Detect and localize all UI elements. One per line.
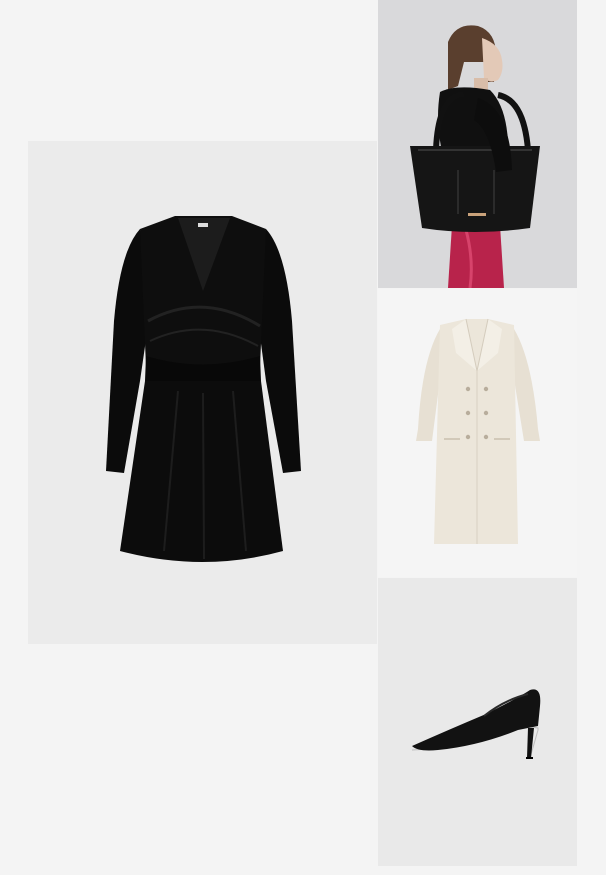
product-tile-bag[interactable] (378, 0, 577, 288)
tote-bag-model-image (410, 25, 540, 288)
pump-image (411, 689, 541, 759)
dress-image (106, 216, 301, 562)
product-tile-dress[interactable] (28, 141, 377, 644)
product-tile-coat[interactable] (378, 289, 577, 577)
product-tile-pump[interactable] (378, 578, 577, 866)
coat-image (416, 318, 540, 544)
